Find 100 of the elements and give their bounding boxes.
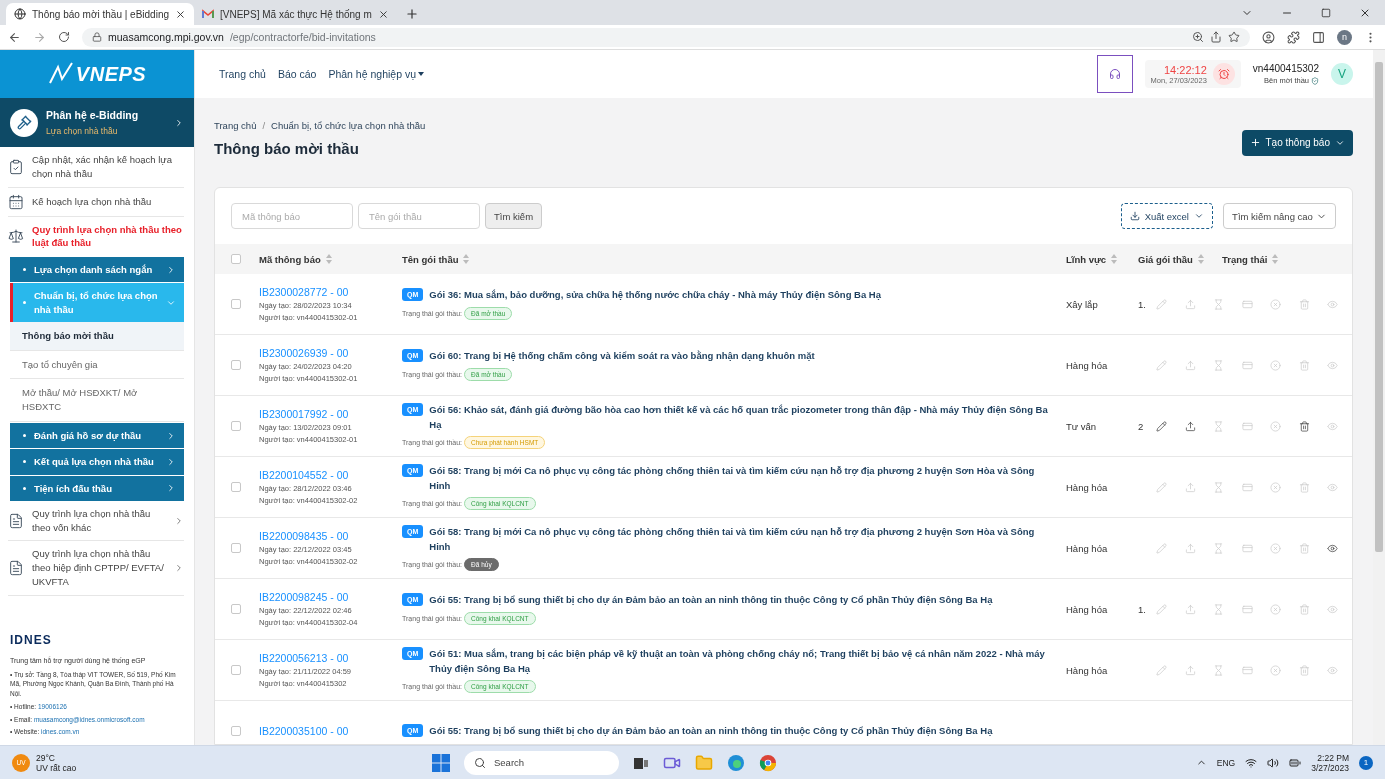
hourglass-icon[interactable] [1213,298,1224,310]
close-icon[interactable] [175,8,187,20]
menu-item[interactable]: Quy trình lựa chọn nhà thầu theo hiệp định CPTPP/ EVFTA/ UKVFTA [8,541,184,596]
support-button[interactable] [1096,55,1133,93]
cancel-icon[interactable] [1270,664,1281,676]
sort-icon[interactable] [1111,254,1118,264]
notice-code-link[interactable]: IB2200098435 - 00 [259,530,402,542]
browser-icon[interactable] [759,753,777,772]
select-all-checkbox[interactable] [231,254,241,264]
notice-code-field[interactable]: Mã thông báo [231,203,353,229]
notice-code-link[interactable]: IB2200056213 - 00 [259,652,402,664]
notification-badge[interactable]: 1 [1359,755,1373,770]
sort-icon[interactable] [463,254,470,264]
package-name-field[interactable]: Tên gói thầu [358,203,480,229]
export-excel-button[interactable]: Xuất excel [1120,203,1213,229]
row-checkbox[interactable] [231,604,241,614]
hourglass-icon[interactable] [1213,481,1224,493]
notice-code-link[interactable]: IB2300017992 - 00 [259,408,402,420]
cancel-icon[interactable] [1270,481,1281,493]
notice-code-link[interactable]: IB2200035100 - 00 [259,725,402,737]
card-icon[interactable] [1241,603,1253,615]
notice-code-link[interactable]: IB2300026939 - 00 [259,347,402,359]
nav-link[interactable]: Phân hệ nghiệp vụ [328,68,424,80]
browser-tab[interactable]: [VNEPS] Mã xác thực Hệ thống m [194,3,397,25]
submenu-item[interactable]: Tiện ích đấu thầu [10,475,184,501]
card-icon[interactable] [1241,481,1253,493]
star-icon[interactable] [1228,31,1240,43]
hourglass-icon[interactable] [1213,359,1224,371]
row-checkbox[interactable] [231,726,241,736]
upload-icon[interactable] [1184,420,1196,432]
sort-icon[interactable] [1197,254,1204,264]
browser-icon[interactable] [727,753,745,772]
browser-tab[interactable]: Thông báo mời thầu | eBidding [6,3,195,25]
card-icon[interactable] [1241,542,1253,554]
submenu-item[interactable]: Kết quả lựa chọn nhà thầu [10,449,184,475]
cancel-icon[interactable] [1270,359,1281,371]
nav-link[interactable]: Trang chủ [219,68,266,80]
sort-icon[interactable] [325,254,332,264]
trash-icon[interactable] [1298,420,1310,432]
sort-icon[interactable] [1272,254,1279,264]
hourglass-icon[interactable] [1213,603,1224,615]
hourglass-icon[interactable] [1213,542,1224,554]
folder-icon[interactable] [695,753,713,772]
zoom-icon[interactable] [1192,31,1204,43]
card-icon[interactable] [1241,664,1253,676]
cancel-icon[interactable] [1270,603,1281,615]
menu-item[interactable]: Cập nhật, xác nhận kế hoạch lựa chọn nhà thầu [8,147,184,188]
breadcrumb-link[interactable]: Trang chủ [214,120,257,131]
windows-icon[interactable] [432,753,450,772]
row-checkbox[interactable] [231,360,241,370]
back-icon[interactable] [8,30,21,44]
row-checkbox[interactable] [231,482,241,492]
taskbar-clock[interactable]: 2:22 PM 3/27/2023 [1311,752,1349,773]
create-notice-button[interactable]: Tạo thông báo [1241,129,1353,156]
advanced-search-button[interactable]: Tìm kiếm nâng cao [1223,203,1336,229]
new-tab-icon[interactable] [404,7,419,21]
menu-item[interactable]: Quy trình lựa chọn nhà thầu theo vốn khác [8,500,184,542]
menu-item[interactable]: Quy trình lựa chọn nhà thầu theo luật đấu thầu [8,216,184,257]
scrollbar[interactable] [1373,50,1385,745]
scrollbar-thumb[interactable] [1375,62,1383,552]
row-checkbox[interactable] [231,665,241,675]
hourglass-icon[interactable] [1213,420,1224,432]
submenu-item[interactable]: Lựa chọn danh sách ngắn [10,257,184,283]
row-checkbox[interactable] [231,299,241,309]
row-checkbox[interactable] [231,543,241,553]
language-indicator[interactable]: ENG [1216,757,1236,768]
maximize-icon[interactable] [1321,7,1331,18]
cancel-icon[interactable] [1270,420,1281,432]
nav-link[interactable]: Báo cáo [277,68,317,80]
cancel-icon[interactable] [1270,298,1281,310]
card-icon[interactable] [1241,420,1253,432]
module-header[interactable]: Phân hệ e-Bidding Lựa chọn nhà thầu [0,98,194,147]
row-checkbox[interactable] [231,421,241,431]
notice-code-link[interactable]: IB2200104552 - 00 [259,469,402,481]
battery-icon[interactable] [1289,756,1302,769]
menu-item[interactable]: Kế hoạch lựa chọn nhà thầu [8,187,184,217]
puzzle-icon[interactable] [1287,30,1300,44]
forward-icon[interactable] [33,30,46,44]
package-title: Gói 51: Mua sắm, trang bị các biện pháp về kỹ thuật an toàn và phòng chống cháy nổ; Trang thiết bị bảo vệ cá nhân năm 2022 - Nhà máy Thủy điện Sông Ba Hạ [429,647,1046,676]
breadcrumb-link[interactable]: Chuẩn bị, tổ chức lựa chọn nhà thầu [271,120,426,131]
submenu-link[interactable]: Thông báo mời thầu [10,321,184,351]
taskbar-search-field[interactable]: Search [464,750,619,775]
wifi-icon[interactable] [1245,756,1258,769]
profile-avatar[interactable]: n [1337,29,1352,45]
volume-icon[interactable] [1267,756,1280,769]
search-button[interactable]: Tìm kiếm [485,203,543,229]
notice-code-link[interactable]: IB2200098245 - 00 [259,591,402,603]
share-icon[interactable] [1210,31,1222,43]
reload-icon[interactable] [58,31,70,43]
eye-icon[interactable] [1327,542,1338,554]
card-icon[interactable] [1241,359,1253,371]
address-bar[interactable]: muasamcong.mpi.gov.vn /egp/contractorfe/bid-invitations [82,27,1250,47]
notice-code-link[interactable]: IB2300028772 - 00 [259,286,402,298]
hourglass-icon[interactable] [1213,664,1224,676]
close-icon[interactable] [377,8,389,20]
card-icon[interactable] [1241,298,1253,310]
submenu-item[interactable]: Đánh giá hồ sơ dự thầu [10,423,184,449]
pencil-icon[interactable] [1156,420,1167,432]
side-panel-icon[interactable] [1312,30,1325,44]
cancel-icon[interactable] [1270,542,1281,554]
